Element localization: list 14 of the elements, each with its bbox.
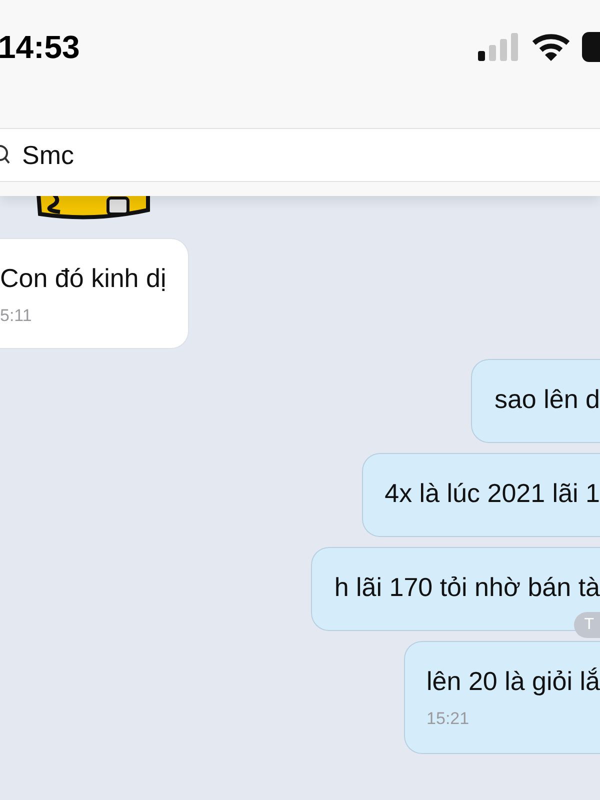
message-text: sao lên d bbox=[494, 384, 600, 415]
search-field[interactable]: Smc bbox=[22, 140, 322, 170]
message-text: h lãi 170 tỏi nhờ bán tà bbox=[334, 572, 600, 603]
message-text: lên 20 là giỏi lắ bbox=[426, 666, 600, 697]
signal-icon bbox=[478, 33, 520, 61]
message-text: Con đó kinh dị bbox=[0, 263, 166, 294]
message-text: 4x là lúc 2021 lãi 1 bbox=[384, 478, 600, 509]
battery-icon bbox=[582, 32, 600, 62]
message-time: 5:11 bbox=[0, 306, 33, 326]
wifi-icon bbox=[532, 33, 570, 61]
message-time: 15:21 bbox=[426, 709, 470, 729]
search-icon bbox=[0, 144, 10, 166]
clock-time: 14:53 bbox=[0, 28, 80, 66]
search-bar[interactable]: Smc bbox=[0, 128, 600, 182]
